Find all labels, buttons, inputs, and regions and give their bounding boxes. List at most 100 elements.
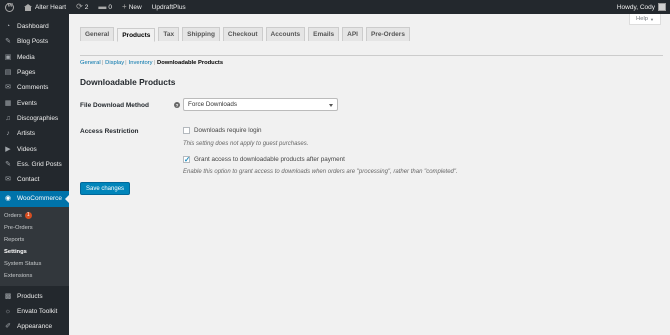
help-tip-icon[interactable]: ? [174,102,180,108]
submenu-item-label: Extensions [4,272,33,279]
subnav-link-display[interactable]: Display [105,60,124,66]
updates-count: 2 [84,3,89,11]
menu-item-dashboard[interactable]: ◔ Dashboard [0,19,69,34]
help-tab-button[interactable]: Help ▼ [629,14,661,25]
artists-icon: ♪ [6,130,10,138]
avatar [658,3,666,11]
contact-icon: ✉ [5,176,11,184]
tab-products[interactable]: Products [117,28,156,42]
new-content-link[interactable]: + New [117,0,147,14]
submenu-item-label: Settings [4,248,27,255]
select-arrow-icon [329,103,333,107]
site-name: Alter Heart [35,3,67,11]
subnav-separator: | [125,60,127,66]
my-account-menu[interactable]: Howdy, Cody [612,0,670,14]
menu-item-videos[interactable]: ▶ Videos [0,141,69,156]
updraftplus-label: UpdraftPlus [151,3,186,11]
submenu-item-label: Reports [4,236,25,243]
guest-purchase-note: This setting does not apply to guest pur… [183,141,309,147]
require-login-label: Downloads require login [194,127,262,134]
tab-api[interactable]: API [342,27,363,41]
tab-checkout[interactable]: Checkout [222,27,263,41]
products-icon: ▩ [4,292,12,300]
menu-item-label: Dashboard [17,23,49,31]
menu-item-events[interactable]: ▦ Events [0,95,69,110]
menu-item-media[interactable]: ▣ Media [0,50,69,65]
updraftplus-link[interactable]: UpdraftPlus [147,0,191,14]
grid-posts-icon: ✎ [5,160,11,168]
settings-tabs: General Products Tax Shipping Checkout Accoun… [80,27,413,42]
menu-item-discographies[interactable]: ♫ Discographies [0,111,69,126]
videos-icon: ▶ [5,145,11,153]
submenu-item-label: Orders [4,212,22,219]
envato-icon: ☼ [4,308,12,315]
updates-link[interactable]: ⟳ 2 [71,0,93,14]
file-download-method-select[interactable]: Force Downloads [183,98,338,111]
grant-access-option[interactable]: Grant access to downloadable products af… [183,155,345,164]
howdy-text: Howdy, Cody [616,3,655,11]
menu-item-blog-posts[interactable]: ✎ Blog Posts [0,34,69,49]
events-icon: ▦ [4,99,12,107]
grant-access-checkbox[interactable] [183,155,190,164]
menu-item-ess-grid-posts[interactable]: ✎ Ess. Grid Posts [0,157,69,172]
subnav-separator: | [101,60,104,66]
tab-tax[interactable]: Tax [158,27,180,41]
tabs-divider [80,55,663,56]
subnav-link-inventory[interactable]: Inventory [129,60,153,66]
menu-item-label: Discographies [17,114,59,122]
require-login-option[interactable]: Downloads require login [183,127,262,134]
menu-item-contact[interactable]: ✉ Contact [0,172,69,187]
tab-pre-orders[interactable]: Pre-Orders [365,27,410,41]
save-changes-button[interactable]: Save changes [80,182,131,195]
help-label: Help [636,16,648,22]
submenu-item-system-status[interactable]: System Status [0,258,69,270]
menu-item-label: Appearance [17,323,53,331]
admin-sidebar: ◔ Dashboard ✎ Blog Posts ▣ Media ▤ Pages ✉ Commen… [0,14,69,335]
tab-shipping[interactable]: Shipping [182,27,220,41]
tab-accounts[interactable]: Accounts [265,27,306,41]
menu-item-envato-toolkit[interactable]: ☼ Envato Toolkit [0,304,69,319]
new-label: New [128,3,142,11]
comments-count: 0 [108,3,113,11]
menu-item-label: Products [17,292,43,300]
discographies-icon: ♫ [5,114,11,122]
menu-item-label: Pages [17,69,36,77]
tab-general[interactable]: General [80,27,115,41]
menu-item-label: Ess. Grid Posts [17,160,62,168]
admin-bar: Alter Heart ⟳ 2 ▬ 0 + New UpdraftPlus Ho… [0,0,670,14]
submenu-item-settings[interactable]: Settings [0,246,69,258]
access-restriction-label: Access Restriction [80,128,139,135]
menu-item-label: WooCommerce [17,195,63,203]
menu-item-label: Videos [17,145,37,153]
section-title: Downloadable Products [80,77,176,87]
wordpress-logo-menu[interactable] [0,0,19,14]
select-value: Force Downloads [188,101,237,108]
require-login-checkbox[interactable] [183,127,190,134]
grant-access-label: Grant access to downloadable products af… [194,156,345,163]
menu-item-label: Events [17,99,37,107]
menu-item-comments[interactable]: ✉ Comments [0,80,69,95]
menu-item-woocommerce[interactable]: ◉ WooCommerce [0,191,69,207]
menu-item-label: Artists [17,130,36,138]
file-download-method-label: File Download Method [80,102,149,109]
submenu-item-extensions[interactable]: Extensions [0,270,69,282]
menu-item-artists[interactable]: ♪ Artists [0,126,69,141]
tab-emails[interactable]: Emails [308,27,340,41]
menu-item-products[interactable]: ▩ Products [0,289,69,304]
appearance-icon: ✐ [5,323,11,331]
menu-item-label: Comments [17,84,49,92]
subnav-separator: | [153,60,156,66]
menu-item-appearance[interactable]: ✐ Appearance [0,319,69,334]
submenu-item-label: System Status [4,260,42,267]
subnav-link-general[interactable]: General [80,60,101,66]
menu-item-pages[interactable]: ▤ Pages [0,65,69,80]
submenu-item-pre-orders[interactable]: Pre-Orders [0,222,69,234]
pin-icon: ✎ [5,38,11,46]
media-icon: ▣ [4,53,12,61]
submenu-item-reports[interactable]: Reports [0,234,69,246]
site-name-link[interactable]: Alter Heart [19,0,71,14]
submenu-item-orders[interactable]: Orders 1 [0,210,69,222]
main-content: Help ▼ General Products Tax Shipping Checkou… [69,14,670,335]
updates-icon: ⟳ [76,2,83,11]
comments-link[interactable]: ▬ 0 [93,0,117,14]
